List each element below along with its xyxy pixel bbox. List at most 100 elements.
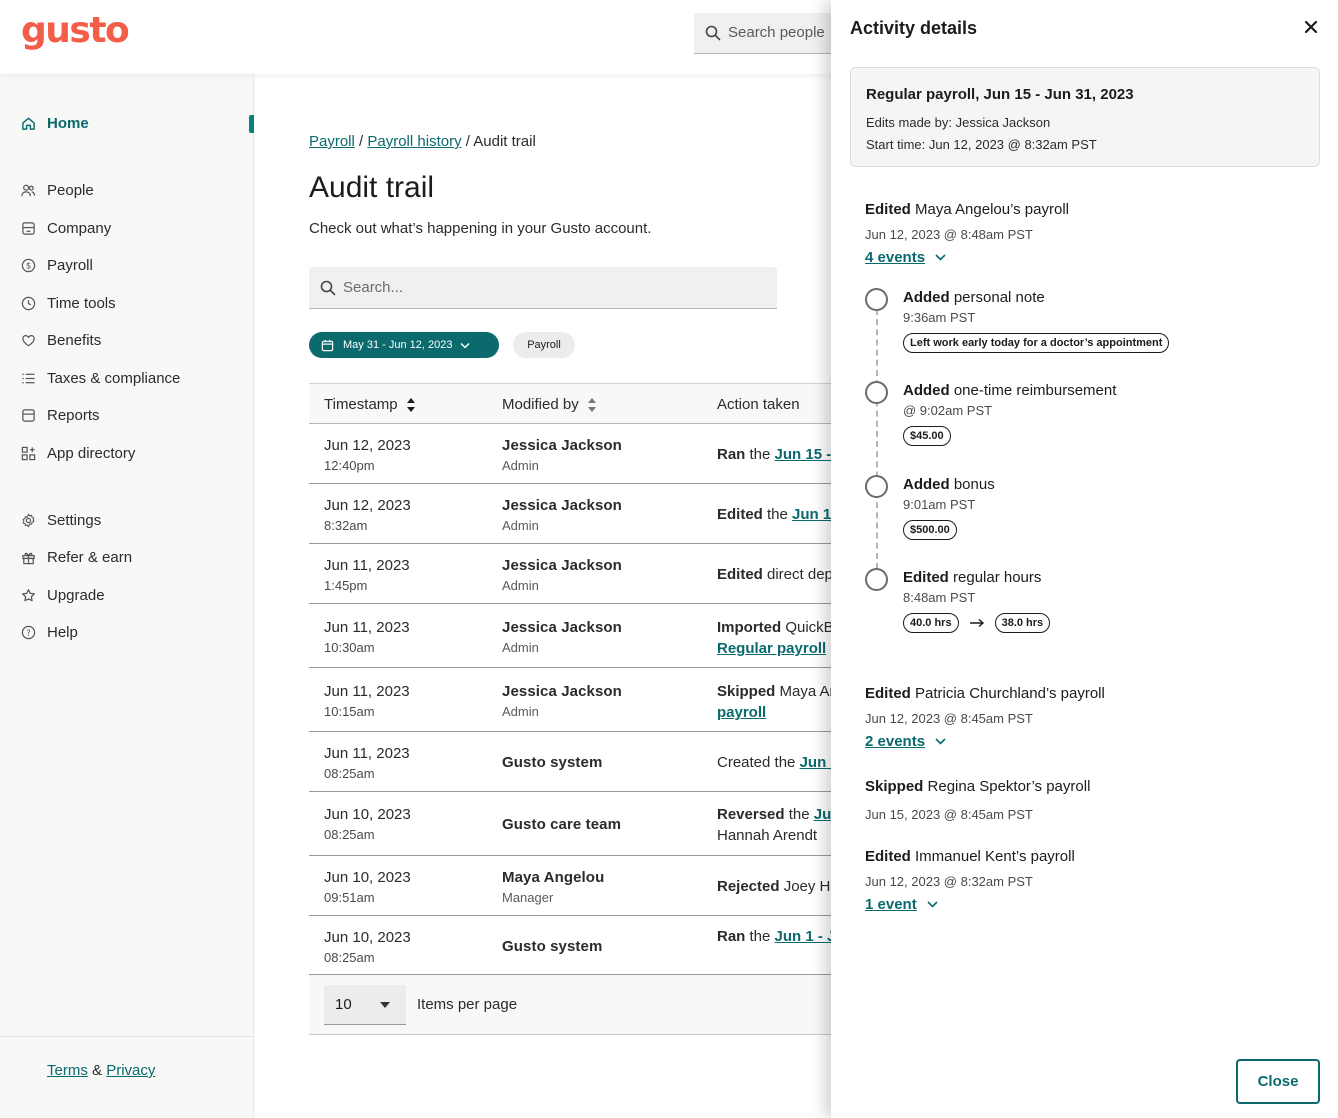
row-user-name: Gusto system — [502, 754, 603, 771]
action-link[interactable]: Jun 1 - Jun 15 — [775, 928, 834, 945]
row-time: 12:40pm — [324, 458, 375, 473]
sidebar-item-benefits[interactable]: Benefits — [20, 328, 101, 352]
sidebar-item-refer-earn[interactable]: Refer & earn — [20, 545, 132, 569]
row-date: Jun 11, 2023 — [324, 619, 410, 636]
sidebar-item-settings[interactable]: Settings — [20, 508, 101, 532]
dollar-circle-icon: $ — [20, 257, 36, 273]
sidebar: Home People Company $ Payroll Time tools… — [0, 74, 254, 1118]
sidebar-item-taxes[interactable]: Taxes & compliance — [20, 366, 180, 390]
action-link[interactable]: Jun 15 - Jun 31 — [792, 506, 834, 523]
action-cell: Imported QuickBooks Regular payroll — [717, 619, 834, 657]
action-cell: Skipped Maya Angelou payroll — [717, 683, 834, 721]
modified-by-cell: Jessica Jackson Admin — [502, 437, 622, 473]
activity-item: Edited Patricia Churchland’s payroll Jun… — [865, 685, 1105, 750]
action-link[interactable]: payroll — [717, 704, 766, 721]
payroll-filter[interactable]: Payroll — [513, 332, 575, 358]
action-cell: Ran the Jun 15 - Jun 31 — [717, 446, 834, 463]
events-toggle[interactable]: 1 event — [865, 896, 1075, 913]
action-verb: Reversed — [717, 806, 785, 823]
row-time: 08:25am — [324, 766, 375, 781]
row-time: 8:32am — [324, 518, 368, 533]
row-user-name: Jessica Jackson — [502, 497, 622, 514]
sidebar-item-company[interactable]: Company — [20, 216, 111, 240]
sidebar-item-label: Time tools — [47, 294, 116, 312]
sidebar-item-app-directory[interactable]: App directory — [20, 441, 135, 465]
row-date: Jun 10, 2023 — [324, 929, 411, 946]
action-link[interactable]: Regular payroll — [717, 640, 826, 657]
timestamp-cell: Jun 10, 2023 09:51am — [324, 869, 411, 905]
action-link[interactable]: Jun 15 — [800, 754, 834, 771]
list-icon — [20, 370, 36, 386]
sidebar-item-reports[interactable]: Reports — [20, 403, 100, 427]
breadcrumb-payroll-history-link[interactable]: Payroll history — [367, 133, 461, 150]
modified-by-header-label: Modified by — [502, 396, 579, 413]
events-link[interactable]: 1 event — [865, 896, 917, 913]
sidebar-item-home[interactable]: Home — [20, 111, 89, 135]
app-grid-icon — [20, 445, 36, 461]
breadcrumb-separator: / — [465, 133, 470, 150]
action-text: the — [762, 506, 793, 523]
sidebar-item-label: Home — [47, 114, 89, 132]
modified-by-cell: Gusto system — [502, 938, 602, 955]
events-link[interactable]: 4 events — [865, 249, 925, 266]
activity-heading: Edited Maya Angelou’s payroll — [865, 201, 1069, 218]
sidebar-item-upgrade[interactable]: Upgrade — [20, 583, 105, 607]
terms-link[interactable]: Terms — [47, 1062, 88, 1079]
row-user-role: Manager — [502, 890, 554, 905]
activity-details-panel: Activity details Regular payroll, Jun 15… — [831, 0, 1338, 1118]
chevron-down-icon — [460, 342, 470, 349]
activity-timestamp: Jun 15, 2023 @ 8:45am PST — [865, 807, 1033, 822]
close-icon[interactable] — [1302, 18, 1320, 36]
events-link[interactable]: 2 events — [865, 733, 925, 750]
events-toggle[interactable]: 2 events — [865, 733, 1105, 750]
action-text: Joey H — [779, 878, 831, 895]
help-icon: ? — [20, 624, 36, 640]
activity-text: Patricia Churchland’s payroll — [910, 685, 1105, 702]
row-date: Jun 10, 2023 — [324, 869, 411, 886]
row-date: Jun 11, 2023 — [324, 745, 410, 762]
table-row[interactable]: Jun 11, 2023 10:30am Jessica Jackson Adm… — [309, 604, 834, 668]
footer-amp: & — [92, 1062, 103, 1079]
table-row[interactable]: Jun 10, 2023 08:25am Gusto system Ran th… — [309, 916, 834, 975]
row-time: 10:15am — [324, 704, 375, 719]
sidebar-item-payroll[interactable]: $ Payroll — [20, 253, 93, 277]
items-per-page-select[interactable]: 10 — [324, 985, 406, 1025]
sidebar-item-people[interactable]: People — [20, 178, 94, 202]
events-toggle[interactable]: 4 events — [865, 249, 1069, 266]
sidebar-item-label: Taxes & compliance — [47, 369, 181, 387]
modified-by-header[interactable]: Modified by — [502, 396, 597, 413]
close-button[interactable]: Close — [1236, 1059, 1320, 1104]
search-icon — [320, 280, 336, 296]
breadcrumb-payroll-link[interactable]: Payroll — [309, 133, 355, 150]
action-cell: Edited direct deposit — [717, 566, 834, 583]
action-link[interactable]: Jun 15 - Jun 31 — [775, 446, 834, 463]
activity-verb: Edited — [865, 201, 911, 218]
modified-by-cell: Jessica Jackson Admin — [502, 683, 622, 719]
page-subtitle: Check out what’s happening in your Gusto… — [309, 220, 652, 237]
table-row[interactable]: Jun 12, 2023 12:40pm Jessica Jackson Adm… — [309, 424, 834, 484]
action-text: Created the — [717, 754, 800, 771]
table-row[interactable]: Jun 11, 2023 08:25am Gusto system Create… — [309, 732, 834, 792]
date-range-filter[interactable]: May 31 - Jun 12, 2023 — [309, 332, 499, 358]
table-row[interactable]: Jun 11, 2023 10:15am Jessica Jackson Adm… — [309, 668, 834, 732]
row-user-role: Admin — [502, 458, 539, 473]
table-row[interactable]: Jun 12, 2023 8:32am Jessica Jackson Admi… — [309, 484, 834, 544]
timestamp-header[interactable]: Timestamp — [324, 396, 416, 413]
summary-start-time: Start time: Jun 12, 2023 @ 8:32am PST — [866, 137, 1097, 152]
action-cell: Rejected Joey H — [717, 878, 830, 895]
action-line2: Hannah Arendt — [717, 827, 818, 844]
table-row[interactable]: Jun 10, 2023 09:51am Maya Angelou Manage… — [309, 856, 834, 916]
sort-icon — [587, 397, 596, 412]
table-row[interactable]: Jun 11, 2023 1:45pm Jessica Jackson Admi… — [309, 544, 834, 604]
audit-search-input[interactable]: Search... — [309, 267, 777, 309]
sidebar-item-help[interactable]: ? Help — [20, 620, 78, 644]
sidebar-item-time-tools[interactable]: Time tools — [20, 291, 116, 315]
modified-by-cell: Jessica Jackson Admin — [502, 497, 622, 533]
sidebar-item-label: Company — [47, 219, 112, 237]
sidebar-footer: Terms & Privacy — [0, 1036, 253, 1079]
privacy-link[interactable]: Privacy — [106, 1062, 155, 1079]
pagination-bar: 10 Items per page — [309, 975, 834, 1035]
gusto-logo[interactable]: gusto — [21, 10, 130, 51]
table-row[interactable]: Jun 10, 2023 08:25am Gusto care team Rev… — [309, 792, 834, 856]
main-content: Payroll / Payroll history / Audit trail … — [254, 74, 834, 1118]
